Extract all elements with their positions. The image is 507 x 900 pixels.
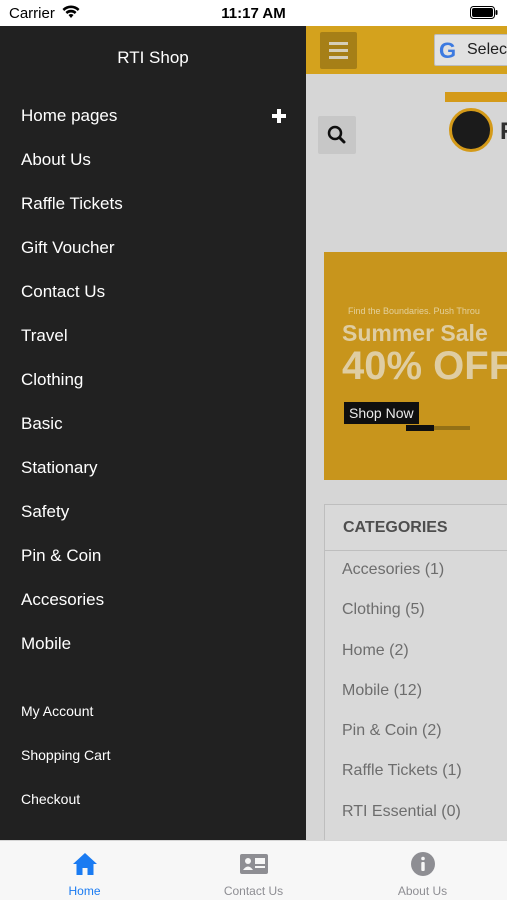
drawer-link-checkout[interactable]: Checkout [21,791,80,807]
home-icon [73,853,97,875]
drawer-item-basic[interactable]: Basic [21,414,63,434]
drawer-link-shopping-cart[interactable]: Shopping Cart [21,747,111,763]
tab-home[interactable]: Home [0,841,169,900]
tab-contact-us[interactable]: Contact Us [169,841,338,900]
info-icon [411,852,435,876]
tab-about-us[interactable]: About Us [338,841,507,900]
contact-card-icon [240,854,268,874]
status-bar: Carrier 11:17 AM [0,0,507,26]
status-time: 11:17 AM [221,5,286,22]
tab-label: Home [68,884,101,898]
tab-label: Contact Us [223,884,284,898]
drawer-item-safety[interactable]: Safety [21,502,69,522]
drawer-item-gift-voucher[interactable]: Gift Voucher [21,238,115,258]
drawer-item-travel[interactable]: Travel [21,326,68,346]
drawer-item-mobile[interactable]: Mobile [21,634,71,654]
drawer-scrim[interactable] [306,26,507,840]
drawer-link-my-account[interactable]: My Account [21,703,93,719]
drawer-item-pin-coin[interactable]: Pin & Coin [21,546,101,566]
bottom-tab-bar: Home Contact Us About Us [0,840,507,900]
navigation-drawer: RTI Shop Home pages About Us Raffle Tick… [0,26,306,840]
battery-icon [470,6,498,19]
drawer-item-about-us[interactable]: About Us [21,150,91,170]
expand-plus-icon[interactable] [272,109,286,123]
drawer-item-contact-us[interactable]: Contact Us [21,282,105,302]
tab-label: About Us [397,884,448,898]
drawer-item-clothing[interactable]: Clothing [21,370,83,390]
drawer-item-raffle-tickets[interactable]: Raffle Tickets [21,194,123,214]
drawer-item-home-pages[interactable]: Home pages [21,106,117,126]
drawer-title: RTI Shop [117,48,189,67]
drawer-item-accesories[interactable]: Accesories [21,590,104,610]
drawer-item-stationary[interactable]: Stationary [21,458,98,478]
